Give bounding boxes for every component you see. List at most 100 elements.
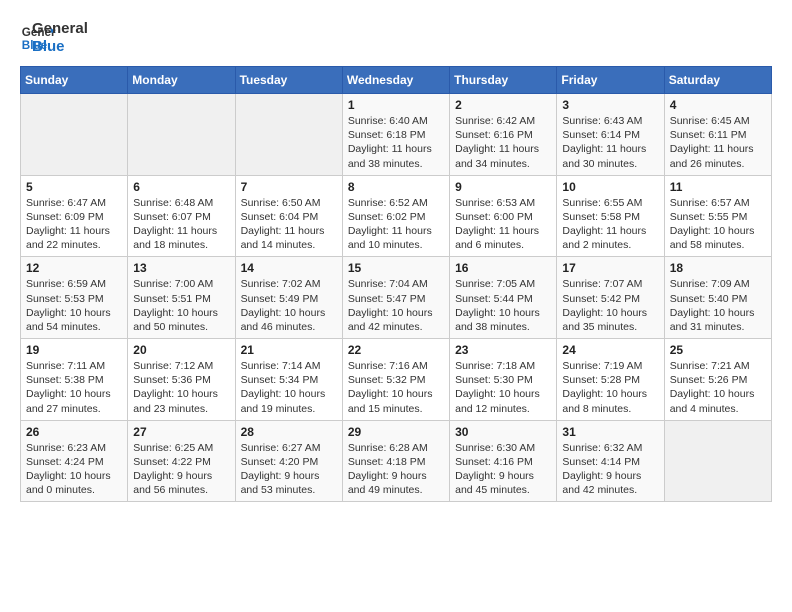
page-header: General Blue General Blue — [20, 20, 772, 56]
day-info: Sunrise: 6:30 AM Sunset: 4:16 PM Dayligh… — [455, 441, 551, 498]
day-number: 15 — [348, 261, 444, 275]
day-number: 1 — [348, 98, 444, 112]
day-info: Sunrise: 7:05 AM Sunset: 5:44 PM Dayligh… — [455, 277, 551, 334]
day-cell: 9 Sunrise: 6:53 AM Sunset: 6:00 PM Daylig… — [450, 175, 557, 257]
day-number: 3 — [562, 98, 658, 112]
day-cell: 27 Sunrise: 6:25 AM Sunset: 4:22 PM Dayli… — [128, 420, 235, 502]
col-header-monday: Monday — [128, 67, 235, 94]
day-number: 16 — [455, 261, 551, 275]
day-info: Sunrise: 6:59 AM Sunset: 5:53 PM Dayligh… — [26, 277, 122, 334]
day-number: 23 — [455, 343, 551, 357]
day-info: Sunrise: 6:40 AM Sunset: 6:18 PM Dayligh… — [348, 114, 444, 171]
day-number: 2 — [455, 98, 551, 112]
day-number: 22 — [348, 343, 444, 357]
day-info: Sunrise: 7:19 AM Sunset: 5:28 PM Dayligh… — [562, 359, 658, 416]
day-info: Sunrise: 6:23 AM Sunset: 4:24 PM Dayligh… — [26, 441, 122, 498]
day-number: 12 — [26, 261, 122, 275]
day-cell: 26 Sunrise: 6:23 AM Sunset: 4:24 PM Dayli… — [21, 420, 128, 502]
day-cell: 19 Sunrise: 7:11 AM Sunset: 5:38 PM Dayli… — [21, 339, 128, 421]
day-number: 21 — [241, 343, 337, 357]
col-header-saturday: Saturday — [664, 67, 771, 94]
day-cell — [21, 94, 128, 176]
week-row-3: 12 Sunrise: 6:59 AM Sunset: 5:53 PM Dayli… — [21, 257, 772, 339]
day-number: 4 — [670, 98, 766, 112]
day-number: 11 — [670, 180, 766, 194]
day-cell: 1 Sunrise: 6:40 AM Sunset: 6:18 PM Daylig… — [342, 94, 449, 176]
day-cell: 12 Sunrise: 6:59 AM Sunset: 5:53 PM Dayli… — [21, 257, 128, 339]
day-cell: 5 Sunrise: 6:47 AM Sunset: 6:09 PM Daylig… — [21, 175, 128, 257]
day-info: Sunrise: 7:18 AM Sunset: 5:30 PM Dayligh… — [455, 359, 551, 416]
col-header-thursday: Thursday — [450, 67, 557, 94]
day-cell: 15 Sunrise: 7:04 AM Sunset: 5:47 PM Dayli… — [342, 257, 449, 339]
day-cell: 18 Sunrise: 7:09 AM Sunset: 5:40 PM Dayli… — [664, 257, 771, 339]
day-number: 14 — [241, 261, 337, 275]
day-number: 19 — [26, 343, 122, 357]
day-info: Sunrise: 6:28 AM Sunset: 4:18 PM Dayligh… — [348, 441, 444, 498]
day-info: Sunrise: 6:55 AM Sunset: 5:58 PM Dayligh… — [562, 196, 658, 253]
day-number: 18 — [670, 261, 766, 275]
col-header-tuesday: Tuesday — [235, 67, 342, 94]
day-number: 20 — [133, 343, 229, 357]
day-info: Sunrise: 6:57 AM Sunset: 5:55 PM Dayligh… — [670, 196, 766, 253]
col-header-sunday: Sunday — [21, 67, 128, 94]
day-number: 28 — [241, 425, 337, 439]
day-info: Sunrise: 7:11 AM Sunset: 5:38 PM Dayligh… — [26, 359, 122, 416]
day-cell: 24Sunrise: 7:19 AM Sunset: 5:28 PM Dayli… — [557, 339, 664, 421]
day-info: Sunrise: 6:48 AM Sunset: 6:07 PM Dayligh… — [133, 196, 229, 253]
day-info: Sunrise: 6:47 AM Sunset: 6:09 PM Dayligh… — [26, 196, 122, 253]
day-cell: 22 Sunrise: 7:16 AM Sunset: 5:32 PM Dayli… — [342, 339, 449, 421]
day-info: Sunrise: 6:25 AM Sunset: 4:22 PM Dayligh… — [133, 441, 229, 498]
day-cell: 16 Sunrise: 7:05 AM Sunset: 5:44 PM Dayli… — [450, 257, 557, 339]
week-row-4: 19 Sunrise: 7:11 AM Sunset: 5:38 PM Dayli… — [21, 339, 772, 421]
day-number: 26 — [26, 425, 122, 439]
logo-text-blue: Blue — [32, 38, 88, 56]
day-number: 31 — [562, 425, 658, 439]
logo: General Blue General Blue — [20, 20, 88, 56]
day-number: 9 — [455, 180, 551, 194]
day-cell: 29 Sunrise: 6:28 AM Sunset: 4:18 PM Dayli… — [342, 420, 449, 502]
calendar-table: SundayMondayTuesdayWednesdayThursdayFrid… — [20, 66, 772, 502]
day-info: Sunrise: 7:16 AM Sunset: 5:32 PM Dayligh… — [348, 359, 444, 416]
day-number: 8 — [348, 180, 444, 194]
day-info: Sunrise: 7:02 AM Sunset: 5:49 PM Dayligh… — [241, 277, 337, 334]
day-info: Sunrise: 7:04 AM Sunset: 5:47 PM Dayligh… — [348, 277, 444, 334]
day-cell: 11 Sunrise: 6:57 AM Sunset: 5:55 PM Dayli… — [664, 175, 771, 257]
week-row-1: 1 Sunrise: 6:40 AM Sunset: 6:18 PM Daylig… — [21, 94, 772, 176]
col-header-friday: Friday — [557, 67, 664, 94]
day-cell: 2Sunrise: 6:42 AM Sunset: 6:16 PM Daylig… — [450, 94, 557, 176]
day-number: 13 — [133, 261, 229, 275]
day-number: 6 — [133, 180, 229, 194]
day-number: 5 — [26, 180, 122, 194]
day-cell: 4 Sunrise: 6:45 AM Sunset: 6:11 PM Daylig… — [664, 94, 771, 176]
day-info: Sunrise: 6:43 AM Sunset: 6:14 PM Dayligh… — [562, 114, 658, 171]
day-cell: 6 Sunrise: 6:48 AM Sunset: 6:07 PM Daylig… — [128, 175, 235, 257]
day-number: 17 — [562, 261, 658, 275]
day-cell: 7 Sunrise: 6:50 AM Sunset: 6:04 PM Daylig… — [235, 175, 342, 257]
day-cell: 8 Sunrise: 6:52 AM Sunset: 6:02 PM Daylig… — [342, 175, 449, 257]
week-row-2: 5 Sunrise: 6:47 AM Sunset: 6:09 PM Daylig… — [21, 175, 772, 257]
day-number: 7 — [241, 180, 337, 194]
day-info: Sunrise: 6:32 AM Sunset: 4:14 PM Dayligh… — [562, 441, 658, 498]
day-number: 27 — [133, 425, 229, 439]
col-header-wednesday: Wednesday — [342, 67, 449, 94]
logo-text-general: General — [32, 20, 88, 38]
day-number: 10 — [562, 180, 658, 194]
day-number: 29 — [348, 425, 444, 439]
day-info: Sunrise: 7:07 AM Sunset: 5:42 PM Dayligh… — [562, 277, 658, 334]
day-info: Sunrise: 6:52 AM Sunset: 6:02 PM Dayligh… — [348, 196, 444, 253]
day-cell: 28Sunrise: 6:27 AM Sunset: 4:20 PM Dayli… — [235, 420, 342, 502]
day-info: Sunrise: 7:09 AM Sunset: 5:40 PM Dayligh… — [670, 277, 766, 334]
day-cell: 13Sunrise: 7:00 AM Sunset: 5:51 PM Dayli… — [128, 257, 235, 339]
day-info: Sunrise: 6:53 AM Sunset: 6:00 PM Dayligh… — [455, 196, 551, 253]
day-cell — [128, 94, 235, 176]
day-cell: 31 Sunrise: 6:32 AM Sunset: 4:14 PM Dayli… — [557, 420, 664, 502]
day-cell: 3 Sunrise: 6:43 AM Sunset: 6:14 PM Daylig… — [557, 94, 664, 176]
day-info: Sunrise: 7:21 AM Sunset: 5:26 PM Dayligh… — [670, 359, 766, 416]
day-cell: 17 Sunrise: 7:07 AM Sunset: 5:42 PM Dayli… — [557, 257, 664, 339]
day-info: Sunrise: 7:14 AM Sunset: 5:34 PM Dayligh… — [241, 359, 337, 416]
day-cell: 30Sunrise: 6:30 AM Sunset: 4:16 PM Dayli… — [450, 420, 557, 502]
day-cell — [235, 94, 342, 176]
day-info: Sunrise: 6:50 AM Sunset: 6:04 PM Dayligh… — [241, 196, 337, 253]
day-info: Sunrise: 6:45 AM Sunset: 6:11 PM Dayligh… — [670, 114, 766, 171]
week-row-5: 26 Sunrise: 6:23 AM Sunset: 4:24 PM Dayli… — [21, 420, 772, 502]
